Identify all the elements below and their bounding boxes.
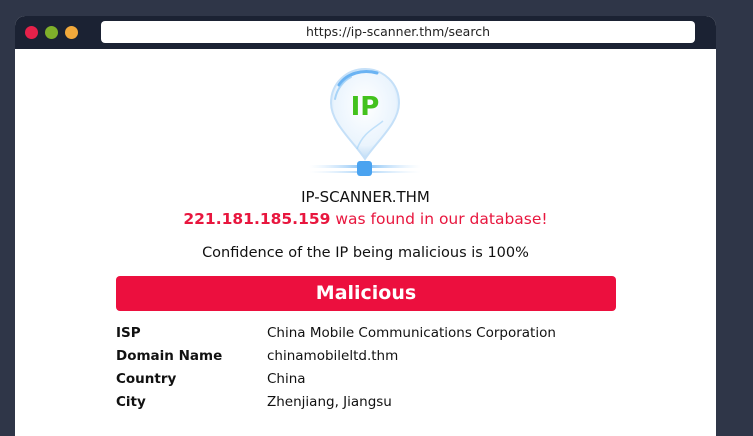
ip-details-table: ISP China Mobile Communications Corporat… <box>116 323 616 415</box>
close-window-button[interactable] <box>25 26 38 39</box>
browser-titlebar: https://ip-scanner.thm/search <box>15 16 716 49</box>
detail-label: City <box>116 394 146 410</box>
address-bar[interactable]: https://ip-scanner.thm/search <box>101 21 695 43</box>
detail-row-country: Country China <box>116 369 616 392</box>
maximize-window-button[interactable] <box>65 26 78 39</box>
detail-value: China Mobile Communications Corporation <box>267 325 556 341</box>
detail-value: chinamobileltd.thm <box>267 348 399 364</box>
confidence-text: Confidence of the IP being malicious is … <box>202 245 529 261</box>
result-found-message: 221.181.185.159 was found in our databas… <box>15 210 716 228</box>
verdict-banner: Malicious <box>116 276 616 311</box>
searched-ip: 221.181.185.159 <box>183 210 331 228</box>
detail-row-domain: Domain Name chinamobileltd.thm <box>116 346 616 369</box>
site-name: IP-SCANNER.THM <box>301 188 430 206</box>
browser-window: https://ip-scanner.thm/search IP IP-SCAN… <box>15 16 716 436</box>
detail-row-isp: ISP China Mobile Communications Corporat… <box>116 323 616 346</box>
detail-row-city: City Zhenjiang, Jiangsu <box>116 392 616 415</box>
detail-value: Zhenjiang, Jiangsu <box>267 394 392 410</box>
detail-label: ISP <box>116 325 141 341</box>
found-text: was found in our database! <box>330 210 548 228</box>
page-content: IP IP-SCANNER.THM 221.181.185.159 was fo… <box>15 49 716 436</box>
detail-label: Domain Name <box>116 348 223 364</box>
logo-text: IP <box>351 92 380 122</box>
detail-label: Country <box>116 371 177 387</box>
detail-value: China <box>267 371 306 387</box>
location-pin-icon: IP <box>309 67 421 176</box>
minimize-window-button[interactable] <box>45 26 58 39</box>
